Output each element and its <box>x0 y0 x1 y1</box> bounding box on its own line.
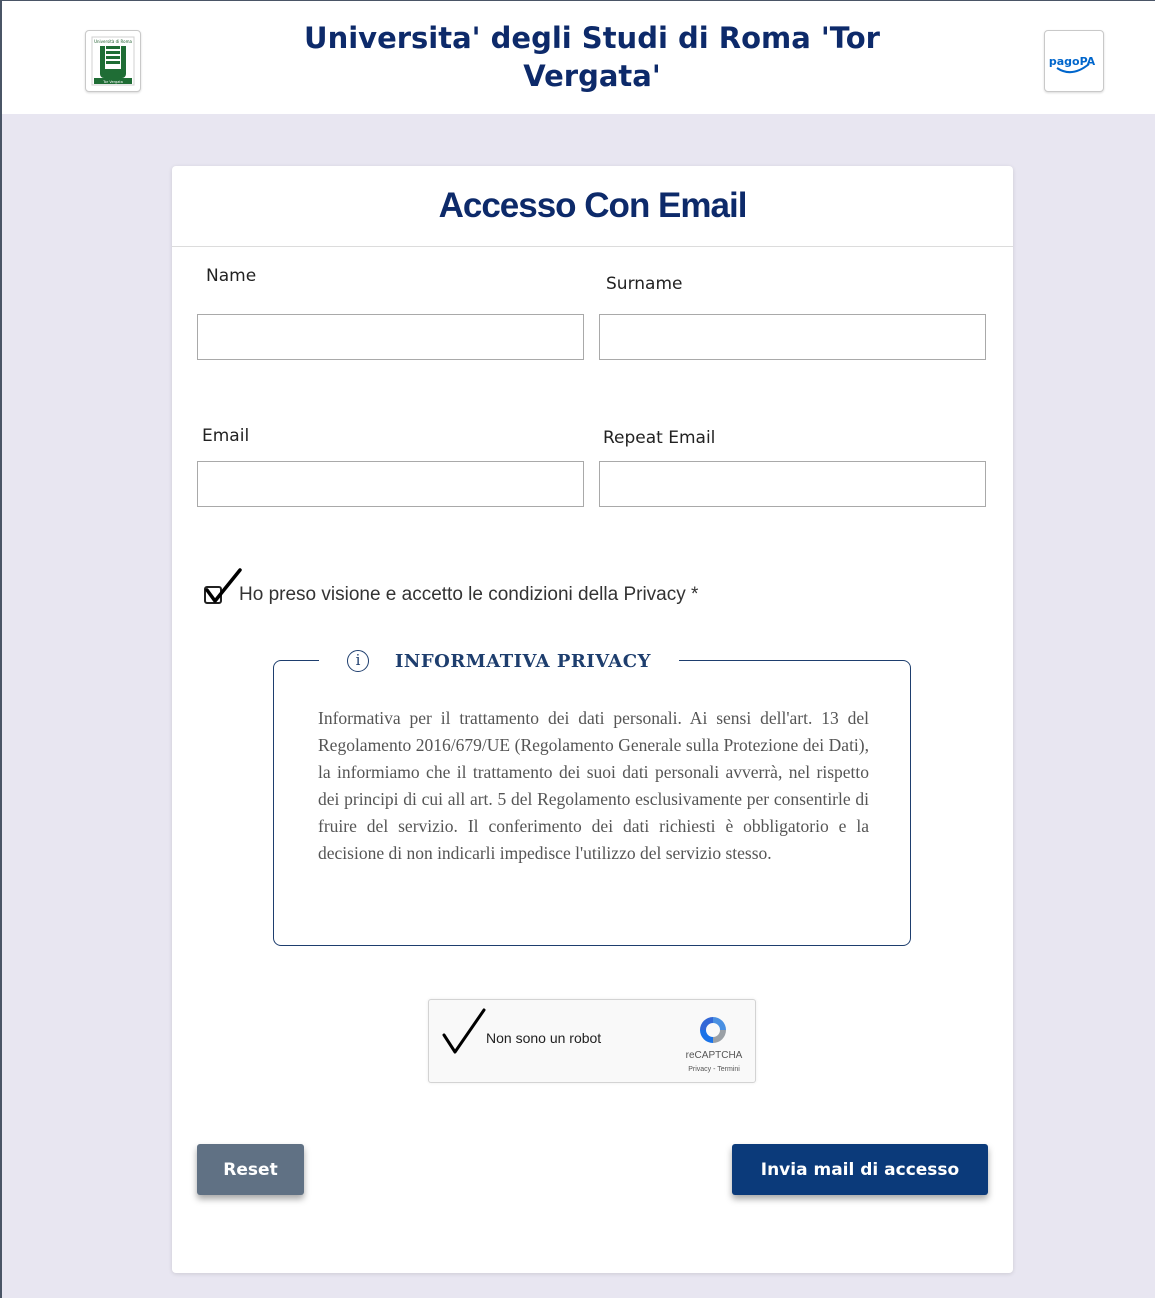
svg-text:Università di Roma: Università di Roma <box>94 39 132 44</box>
university-logo[interactable]: Università di Roma Tor Vergata <box>85 30 141 92</box>
email-label: Email <box>202 426 250 446</box>
reset-button[interactable]: Reset <box>197 1144 304 1195</box>
pagopa-logo[interactable]: pagoPA <box>1044 30 1104 92</box>
surname-label: Surname <box>606 274 683 294</box>
name-label: Name <box>206 266 257 286</box>
captcha-checkmark-icon[interactable] <box>440 1008 486 1056</box>
privacy-info-header: i INFORMATIVA PRIVACY <box>319 647 679 675</box>
card-title: Accesso Con Email <box>438 186 748 225</box>
info-icon: i <box>347 650 369 672</box>
captcha-label: Non sono un robot <box>486 1030 602 1046</box>
surname-input[interactable] <box>599 314 986 360</box>
recaptcha-widget: Non sono un robot reCAPTCHA Privacy - Te… <box>428 999 756 1083</box>
login-card: Accesso Con Email Name Surname Email Rep… <box>172 166 1013 1273</box>
name-input[interactable] <box>197 314 584 360</box>
page-header: Università di Roma Tor Vergata Universit… <box>2 1 1155 114</box>
page-title: Universita' degli Studi di Roma 'Tor Ver… <box>304 21 880 93</box>
email-input[interactable] <box>197 461 584 507</box>
recaptcha-terms-link[interactable]: Privacy - Termini <box>677 1066 751 1073</box>
repeat-email-input[interactable] <box>599 461 986 507</box>
privacy-consent: Ho preso visione e accetto le condizioni… <box>202 568 762 608</box>
svg-text:Tor Vergata: Tor Vergata <box>102 80 123 84</box>
university-logo-icon: Università di Roma Tor Vergata <box>91 36 135 86</box>
privacy-info-text: Informativa per il trattamento dei dati … <box>318 708 869 863</box>
privacy-info-box: i INFORMATIVA PRIVACY Informativa per il… <box>273 647 911 946</box>
card-divider <box>172 246 1013 247</box>
send-access-mail-button[interactable]: Invia mail di accesso <box>732 1144 988 1195</box>
recaptcha-logo-icon <box>700 1017 726 1043</box>
privacy-checkbox-label[interactable]: Ho preso visione e accetto le condizioni… <box>239 584 698 606</box>
privacy-info-title: INFORMATIVA PRIVACY <box>395 650 651 672</box>
svg-text:pagoPA: pagoPA <box>1049 55 1096 68</box>
recaptcha-brand: reCAPTCHA <box>685 1050 743 1061</box>
repeat-email-label: Repeat Email <box>603 428 716 448</box>
pagopa-logo-icon: pagoPA <box>1049 55 1096 74</box>
